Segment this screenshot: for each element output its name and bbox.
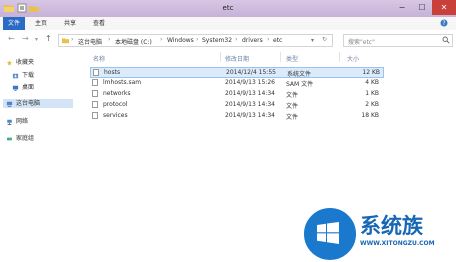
file-icon xyxy=(92,90,98,97)
file-type: 文件 xyxy=(286,114,299,121)
maximize-button[interactable]: ☐ xyxy=(412,0,432,15)
nav-label: 桌面 xyxy=(22,84,35,91)
watermark-logo xyxy=(302,206,358,262)
back-arrow-icon[interactable]: ← xyxy=(8,34,15,43)
nav-this-pc[interactable]: 这台电脑 xyxy=(3,99,73,108)
nav-desktop[interactable]: 桌面 xyxy=(12,82,34,91)
download-icon xyxy=(12,73,19,78)
explorer-window: etc − ☐ ✕ 文件 主页 共享 查看 ? ← → ▾ ↑ › 这台电脑 ›… xyxy=(0,0,456,262)
file-icon xyxy=(93,69,99,76)
file-size: 1 KB xyxy=(365,90,379,97)
breadcrumb-chevron-icon: › xyxy=(160,36,163,43)
refresh-icon[interactable]: ↻ xyxy=(322,36,327,43)
breadcrumb-this-pc[interactable]: 这台电脑 xyxy=(78,37,102,46)
file-modified: 2014/9/13 14:34 xyxy=(225,90,275,97)
nav-label: 家庭组 xyxy=(16,135,35,142)
desktop-icon xyxy=(12,85,19,91)
address-bar[interactable]: › 这台电脑 › 本地磁盘 (C:) › Windows › System32 … xyxy=(58,34,333,47)
breadcrumb-local-disk[interactable]: 本地磁盘 (C:) xyxy=(115,37,152,46)
status-bar xyxy=(0,248,456,262)
recent-dropdown-icon[interactable]: ▾ xyxy=(35,36,38,43)
file-row[interactable]: lmhosts.sam 2014/9/13 15:26 SAM 文件 4 KB xyxy=(90,78,382,88)
network-icon xyxy=(7,119,12,125)
column-name[interactable]: 名称 xyxy=(93,54,105,63)
breadcrumb-chevron-icon: › xyxy=(235,36,238,43)
file-name: services xyxy=(103,112,128,119)
search-box[interactable]: 搜索"etc" xyxy=(343,34,453,47)
nav-homegroup[interactable]: 家庭组 xyxy=(6,133,34,142)
address-row: ← → ▾ ↑ › 这台电脑 › 本地磁盘 (C:) › Windows › S… xyxy=(0,30,456,50)
help-icon[interactable]: ? xyxy=(440,19,448,27)
ribbon-tabs: 文件 主页 共享 查看 ? xyxy=(0,17,456,31)
computer-icon xyxy=(6,101,13,107)
nav-network[interactable]: 网络 xyxy=(6,116,28,125)
title-bar[interactable]: etc − ☐ ✕ xyxy=(0,0,456,17)
file-modified: 2014/12/4 15:55 xyxy=(226,69,276,76)
search-placeholder: 搜索"etc" xyxy=(348,39,375,46)
file-name: protocol xyxy=(103,101,128,108)
file-name: networks xyxy=(103,90,131,97)
breadcrumb-chevron-icon: › xyxy=(267,36,270,43)
up-arrow-icon[interactable]: ↑ xyxy=(45,34,52,43)
file-name: lmhosts.sam xyxy=(103,79,142,86)
file-size: 2 KB xyxy=(365,101,379,108)
column-divider[interactable] xyxy=(220,52,221,62)
file-size: 12 KB xyxy=(362,69,380,76)
windows-logo-icon xyxy=(317,222,339,244)
folder-icon xyxy=(62,38,69,44)
nav-downloads[interactable]: 下载 xyxy=(12,70,34,79)
navigation-pane: 收藏夹 下载 桌面 这台电脑 网络 家庭组 xyxy=(0,50,78,262)
watermark-url: WWW.XITONGZU.COM xyxy=(360,240,435,247)
file-modified: 2014/9/13 14:34 xyxy=(225,112,275,119)
nav-label: 下载 xyxy=(22,72,35,79)
file-row[interactable]: protocol 2014/9/13 14:34 文件 2 KB xyxy=(90,100,382,110)
minimize-button[interactable]: − xyxy=(392,0,412,15)
breadcrumb-windows[interactable]: Windows xyxy=(167,37,194,44)
nav-label: 收藏夹 xyxy=(16,59,35,66)
column-divider[interactable] xyxy=(280,52,281,62)
tab-file[interactable]: 文件 xyxy=(3,17,25,30)
breadcrumb-chevron-icon: › xyxy=(196,36,199,43)
svg-text:?: ? xyxy=(442,20,445,27)
breadcrumb-chevron-icon: › xyxy=(108,36,111,43)
file-modified: 2014/9/13 15:26 xyxy=(225,79,275,86)
file-row[interactable]: services 2014/9/13 14:34 文件 18 KB xyxy=(90,111,382,121)
window-title: etc xyxy=(222,4,234,12)
breadcrumb-etc[interactable]: etc xyxy=(273,37,282,44)
breadcrumb-chevron-icon: › xyxy=(71,36,74,43)
watermark-text: 系统族 xyxy=(360,214,423,238)
file-name: hosts xyxy=(104,69,121,76)
file-icon xyxy=(92,112,98,119)
file-icon xyxy=(92,79,98,86)
forward-arrow-icon[interactable]: → xyxy=(22,34,29,43)
file-type: 系统文件 xyxy=(287,71,312,78)
homegroup-icon xyxy=(6,137,13,140)
star-icon xyxy=(6,59,13,65)
file-type: SAM 文件 xyxy=(286,81,314,88)
nav-label: 网络 xyxy=(16,118,29,125)
nav-label: 这台电脑 xyxy=(16,100,41,107)
file-type: 文件 xyxy=(286,103,299,110)
breadcrumb-drivers[interactable]: drivers xyxy=(242,37,263,44)
tab-home[interactable]: 主页 xyxy=(33,17,49,30)
tab-view[interactable]: 查看 xyxy=(91,17,107,30)
tab-share[interactable]: 共享 xyxy=(62,17,78,30)
file-row[interactable]: networks 2014/9/13 14:34 文件 1 KB xyxy=(90,89,382,99)
file-size: 18 KB xyxy=(361,112,379,119)
close-button[interactable]: ✕ xyxy=(432,0,456,15)
nav-favorites[interactable]: 收藏夹 xyxy=(6,57,34,66)
address-dropdown-icon[interactable]: ▾ xyxy=(311,37,314,44)
file-icon xyxy=(92,101,98,108)
column-modified[interactable]: 修改日期 xyxy=(225,54,249,63)
file-modified: 2014/9/13 14:34 xyxy=(225,101,275,108)
column-type[interactable]: 类型 xyxy=(286,54,298,63)
column-size[interactable]: 大小 xyxy=(347,54,359,63)
breadcrumb-system32[interactable]: System32 xyxy=(202,37,232,44)
file-size: 4 KB xyxy=(365,79,379,86)
column-divider[interactable] xyxy=(339,52,340,62)
file-row[interactable]: hosts 2014/12/4 15:55 系统文件 12 KB xyxy=(90,67,384,78)
search-icon[interactable] xyxy=(442,36,450,44)
file-type: 文件 xyxy=(286,92,299,99)
